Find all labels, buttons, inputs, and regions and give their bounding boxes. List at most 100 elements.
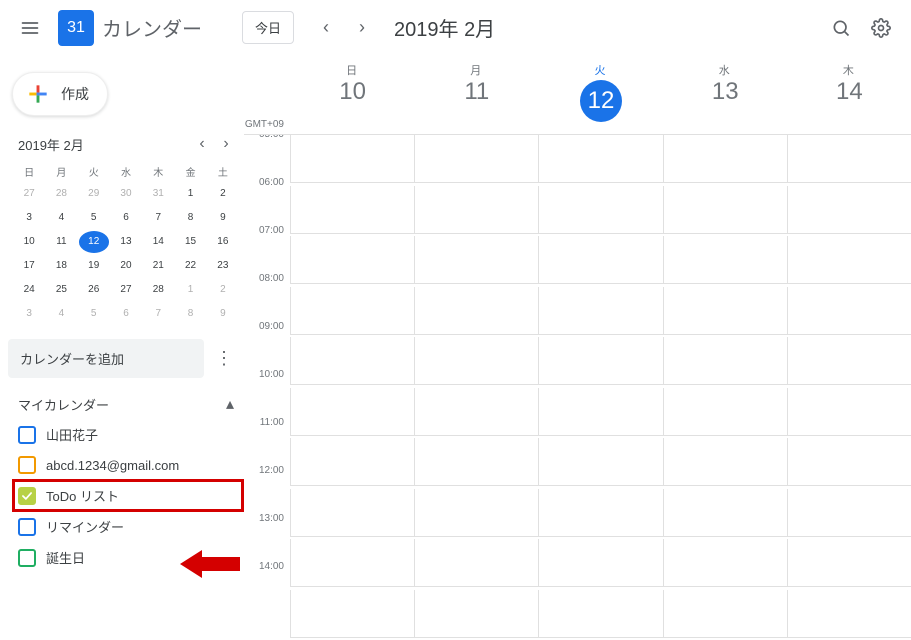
grid-cell[interactable] [290,287,414,335]
grid-cell[interactable] [787,539,911,587]
grid-cell[interactable] [290,438,414,486]
day-column-header[interactable]: 月11 [414,56,538,134]
grid-cell[interactable] [538,337,662,385]
create-button[interactable]: 作成 [12,72,108,116]
mini-cal-day[interactable]: 5 [79,303,109,325]
prev-period-button[interactable]: ‹ [310,12,342,44]
mini-cal-day[interactable]: 14 [143,231,173,253]
mini-cal-day[interactable]: 22 [175,255,205,277]
search-icon[interactable] [821,8,861,48]
grid-cell[interactable] [538,135,662,183]
grid-cell[interactable] [663,489,787,537]
mini-cal-day[interactable]: 18 [46,255,76,277]
mini-cal-day[interactable]: 8 [175,207,205,229]
grid-cell[interactable] [290,186,414,234]
grid-cell[interactable] [663,438,787,486]
grid-cell[interactable] [290,590,414,638]
grid-cell[interactable] [538,539,662,587]
mini-cal-day[interactable]: 4 [46,303,76,325]
mini-cal-day[interactable]: 11 [46,231,76,253]
mini-cal-day[interactable]: 9 [208,303,238,325]
calendar-list-item[interactable]: 山田花子 [14,420,242,449]
grid-cell[interactable] [414,539,538,587]
calendar-checkbox[interactable] [18,426,36,444]
grid-cell[interactable] [663,236,787,284]
grid-cell[interactable] [787,287,911,335]
mini-cal-day[interactable]: 7 [143,303,173,325]
calendar-checkbox[interactable] [18,549,36,567]
calendar-list-item[interactable]: リマインダー [14,512,242,541]
grid-cell[interactable] [414,287,538,335]
grid-cell[interactable] [787,388,911,436]
next-period-button[interactable]: › [346,12,378,44]
grid-cell[interactable] [290,539,414,587]
grid-cell[interactable] [538,438,662,486]
mini-cal-day[interactable]: 28 [46,183,76,205]
grid-cell[interactable] [290,135,414,183]
grid-cell[interactable] [663,539,787,587]
calendar-checkbox[interactable] [18,518,36,536]
mini-cal-day[interactable]: 17 [14,255,44,277]
grid-cell[interactable] [663,135,787,183]
grid-cell[interactable] [663,590,787,638]
mini-cal-day[interactable]: 16 [208,231,238,253]
grid-cell[interactable] [663,287,787,335]
mini-cal-day[interactable]: 2 [208,183,238,205]
grid-cell[interactable] [538,388,662,436]
grid-cell[interactable] [290,337,414,385]
settings-gear-icon[interactable] [861,8,901,48]
mini-cal-day[interactable]: 2 [208,279,238,301]
mini-cal-day[interactable]: 9 [208,207,238,229]
mini-cal-day[interactable]: 31 [143,183,173,205]
grid-cell[interactable] [414,236,538,284]
grid-cell[interactable] [414,186,538,234]
today-button[interactable]: 今日 [242,11,294,44]
mini-calendar[interactable]: 日月火水木金土272829303112345678910111213141516… [8,162,244,333]
grid-cell[interactable] [787,438,911,486]
grid-cell[interactable] [663,337,787,385]
grid-cell[interactable] [538,590,662,638]
grid-cell[interactable] [787,590,911,638]
mini-cal-day[interactable]: 10 [14,231,44,253]
mini-cal-day[interactable]: 24 [14,279,44,301]
day-column-header[interactable]: 日10 [290,56,414,134]
mini-cal-day[interactable]: 29 [79,183,109,205]
day-column-header[interactable]: 木14 [787,56,911,134]
day-column-header[interactable]: 火12 [538,56,662,134]
grid-cell[interactable] [414,590,538,638]
add-calendar-button[interactable]: カレンダーを追加 [8,339,204,378]
mini-cal-day[interactable]: 21 [143,255,173,277]
mini-cal-day[interactable]: 6 [111,303,141,325]
grid-cell[interactable] [290,236,414,284]
mini-cal-prev-button[interactable]: ‹ [190,132,214,156]
grid-cell[interactable] [538,186,662,234]
grid-cell[interactable] [538,287,662,335]
mini-cal-day[interactable]: 15 [175,231,205,253]
mini-cal-day[interactable]: 13 [111,231,141,253]
calendar-list-item[interactable]: abcd.1234@gmail.com [14,451,242,479]
mini-cal-day[interactable]: 25 [46,279,76,301]
calendar-checkbox[interactable] [18,487,36,505]
mini-cal-day[interactable]: 28 [143,279,173,301]
grid-cell[interactable] [414,388,538,436]
grid-cell[interactable] [663,388,787,436]
grid-cell[interactable] [787,186,911,234]
mini-cal-next-button[interactable]: › [214,132,238,156]
calendar-list-item[interactable]: ToDo リスト [14,481,242,510]
mini-cal-day[interactable]: 30 [111,183,141,205]
my-calendars-toggle[interactable]: マイカレンダー ▴ [8,384,244,420]
calendar-checkbox[interactable] [18,456,36,474]
mini-cal-day[interactable]: 6 [111,207,141,229]
grid-cell[interactable] [787,489,911,537]
grid-cell[interactable] [414,489,538,537]
mini-cal-day[interactable]: 23 [208,255,238,277]
overflow-menu-icon[interactable]: ⋮ [210,345,238,373]
grid-cell[interactable] [414,135,538,183]
mini-cal-day[interactable]: 3 [14,207,44,229]
mini-cal-day[interactable]: 4 [46,207,76,229]
grid-cell[interactable] [538,236,662,284]
mini-cal-day[interactable]: 26 [79,279,109,301]
grid-cell[interactable] [414,337,538,385]
event-grid[interactable] [290,135,911,640]
mini-cal-day[interactable]: 1 [175,183,205,205]
